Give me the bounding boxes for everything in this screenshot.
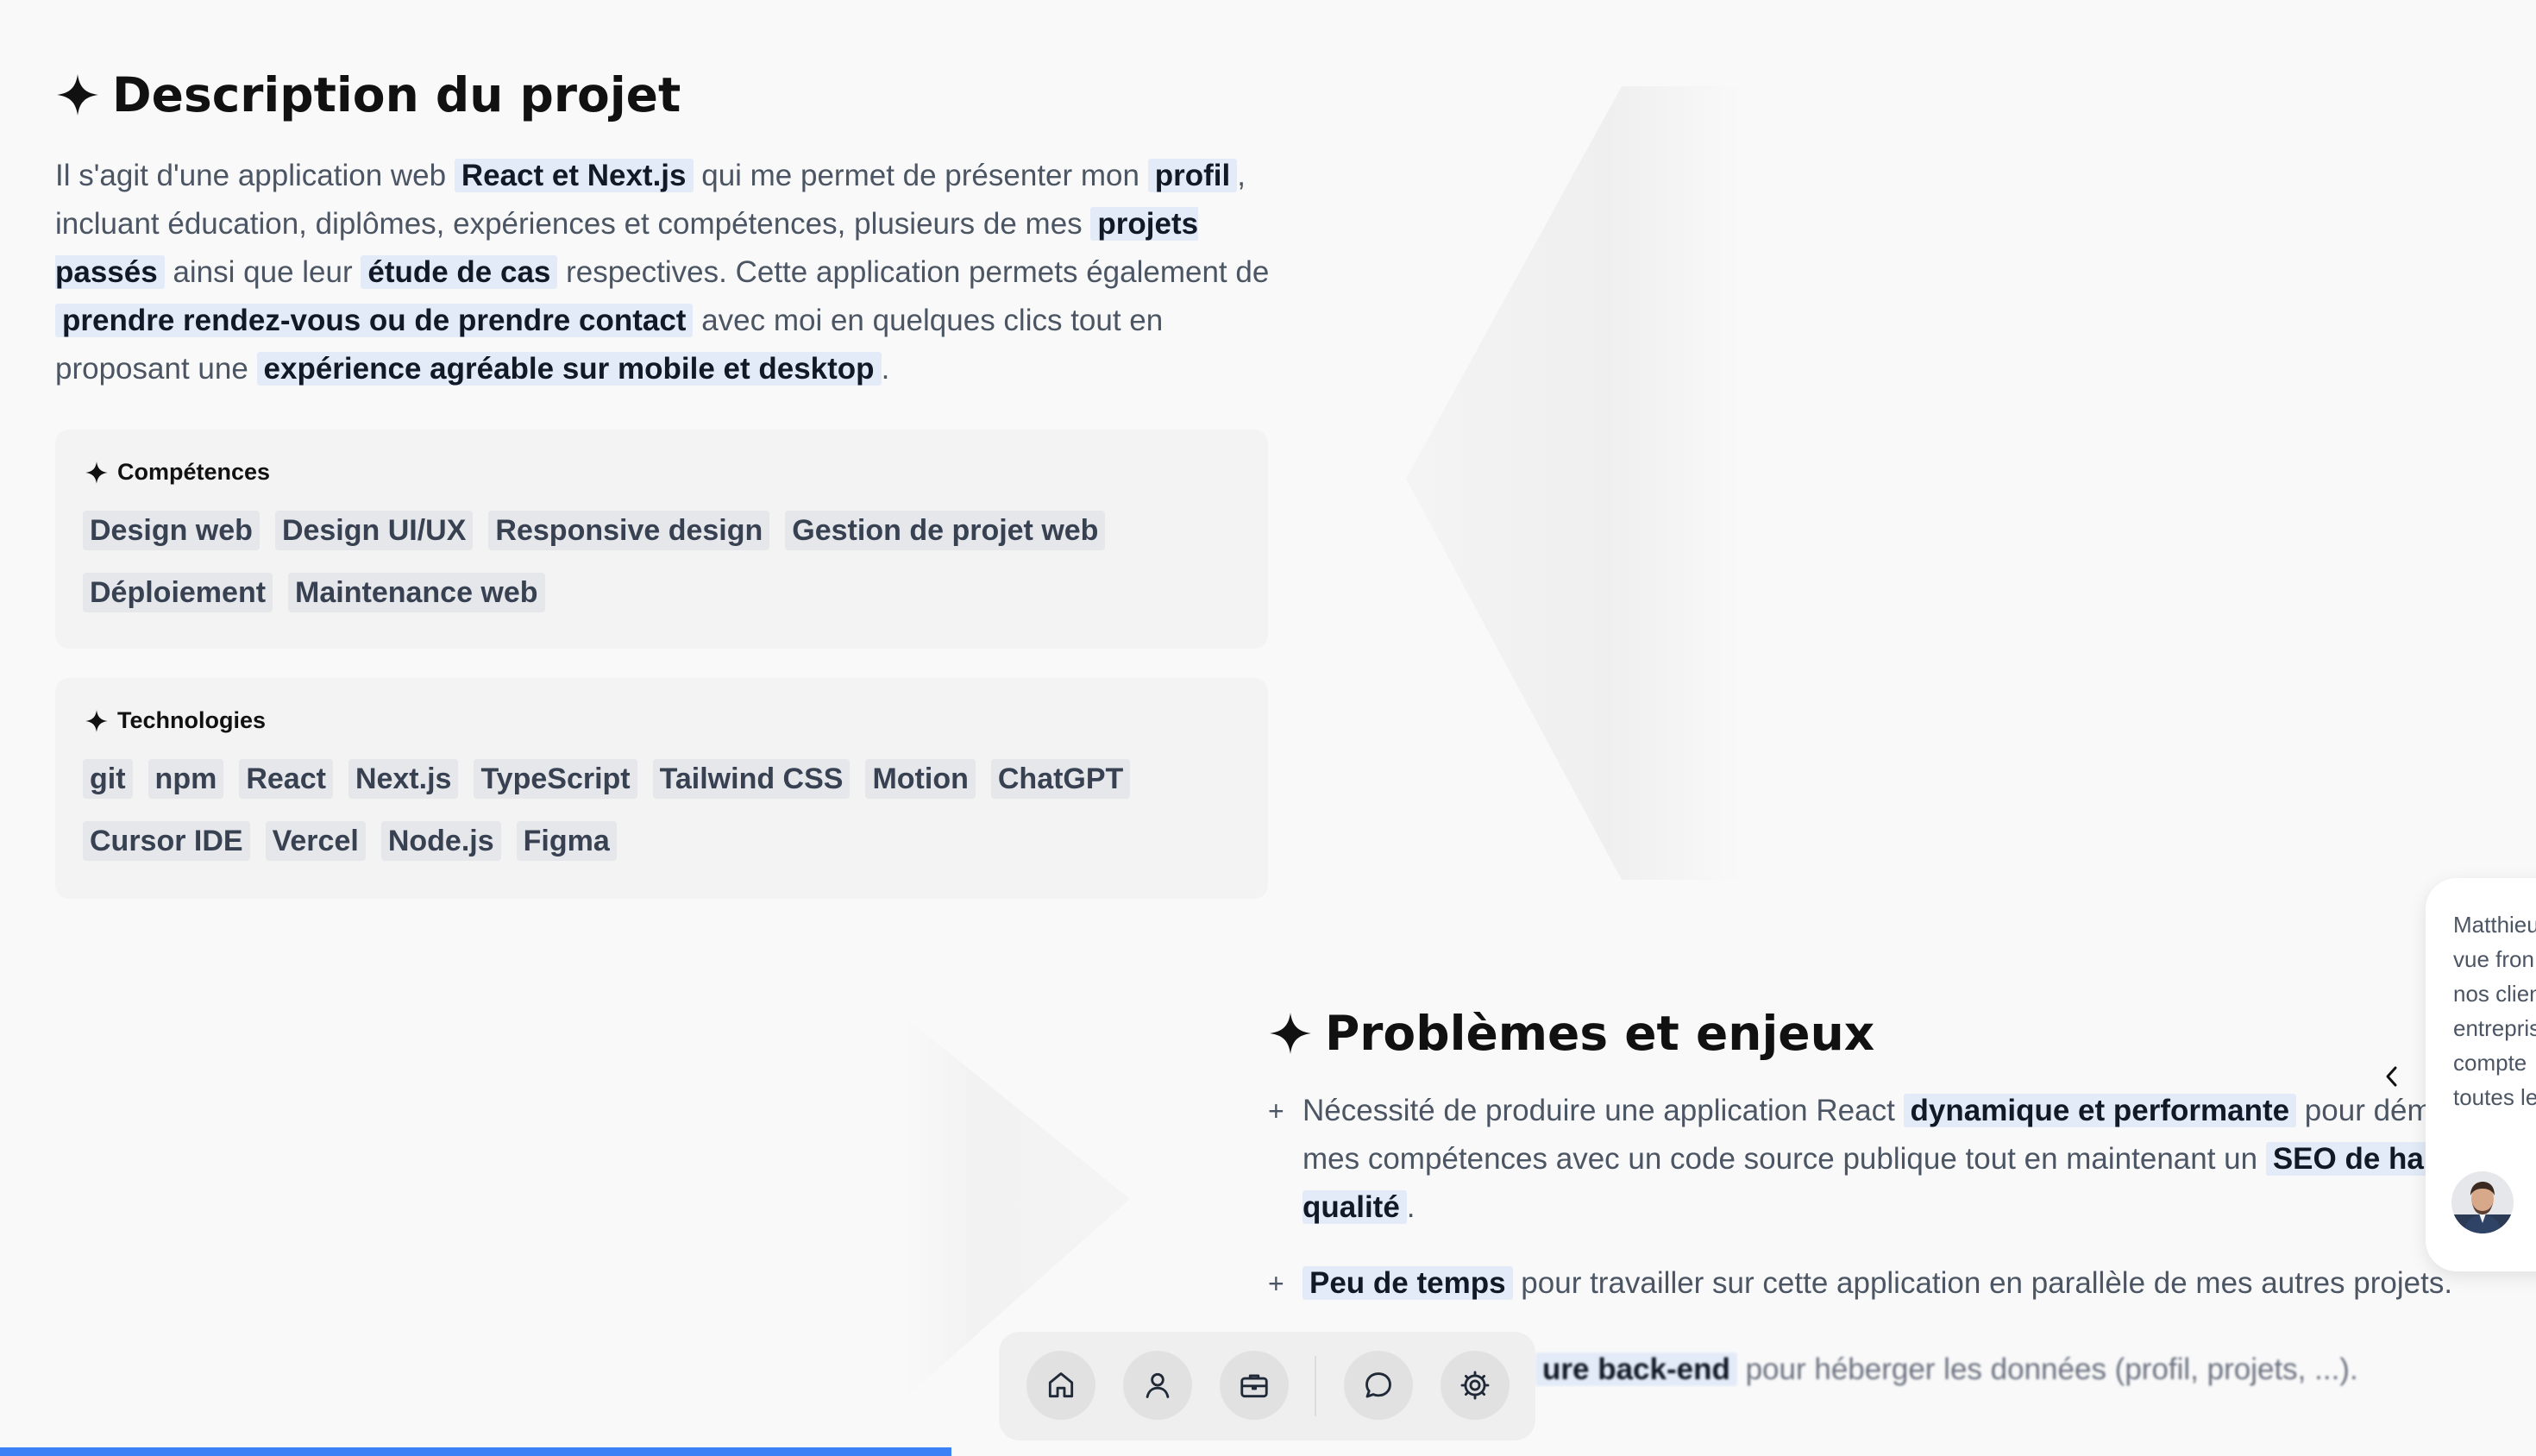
chip-row: Design web Design UI/UX Responsive desig… xyxy=(83,511,1240,550)
sparkle-icon xyxy=(57,74,98,116)
description-heading: Description du projet xyxy=(55,67,681,122)
highlight: expérience agréable sur mobile et deskto… xyxy=(256,352,882,386)
home-icon xyxy=(1048,1372,1074,1398)
testimonial-line: toutes le xyxy=(2453,1084,2536,1110)
chevron-left-icon xyxy=(2386,1066,2397,1087)
technologies-heading: Technologies xyxy=(85,707,266,734)
dock-contact-button[interactable] xyxy=(1344,1351,1413,1420)
testimonial-line: Matthieu xyxy=(2453,912,2536,938)
tech-chip: React xyxy=(239,759,333,799)
tech-chip: npm xyxy=(148,759,224,799)
tech-chip: TypeScript xyxy=(474,759,637,799)
highlight: profil xyxy=(1147,159,1238,192)
problem-text: Peu de temps pour travailler sur cette a… xyxy=(1303,1259,2452,1308)
description-text: respectives. Cette application permets é… xyxy=(557,255,1270,289)
chat-icon xyxy=(1365,1372,1391,1398)
highlight: étude de cas xyxy=(361,255,558,289)
avatar xyxy=(2451,1171,2514,1233)
dock-projects-button[interactable] xyxy=(1220,1351,1289,1420)
chip-row: Cursor IDE Vercel Node.js Figma xyxy=(83,821,1240,861)
project-page: Description du projet Il s'agit d'une ap… xyxy=(0,0,2536,1456)
background-shape xyxy=(1406,86,1742,880)
testimonial-line: vue fron xyxy=(2453,946,2534,972)
problem-text-segment: mes compétences avec un code source publ… xyxy=(1303,1142,2266,1176)
sparkle-icon xyxy=(85,461,108,484)
chip-row: git npm React Next.js TypeScript Tailwin… xyxy=(83,759,1240,799)
competences-panel: Compétences Design web Design UI/UX Resp… xyxy=(55,430,1268,649)
tech-chip: Motion xyxy=(865,759,976,799)
tech-chip: git xyxy=(83,759,133,799)
dock-home-button[interactable] xyxy=(1026,1351,1095,1420)
description-text: ainsi que leur xyxy=(164,255,361,289)
problems-title: Problèmes et enjeux xyxy=(1325,1006,1875,1061)
plus-icon: + xyxy=(1268,1268,1284,1299)
skill-chip: Responsive design xyxy=(488,511,770,550)
scroll-progress-fill xyxy=(0,1447,951,1456)
technologies-panel: Technologies git npm React Next.js TypeS… xyxy=(55,678,1268,899)
description-text: . xyxy=(881,352,890,386)
scroll-progress xyxy=(0,1447,2536,1456)
skill-chip: Déploiement xyxy=(83,573,273,612)
carousel-prev-button[interactable] xyxy=(2379,1059,2405,1094)
highlight: dynamique et performante xyxy=(1903,1094,2297,1127)
user-icon xyxy=(1146,1372,1170,1398)
problem-text-segment: pour travailler sur cette application en… xyxy=(1512,1266,2453,1300)
plus-icon: + xyxy=(1268,1095,1284,1127)
description-title: Description du projet xyxy=(112,67,681,122)
skill-chip: Design UI/UX xyxy=(274,511,474,550)
testimonial-line: entrepris xyxy=(2453,1015,2536,1041)
problem-item: + Peu de temps pour travailler sur cette… xyxy=(1268,1259,2452,1308)
tech-chip: ChatGPT xyxy=(990,759,1131,799)
testimonial-line: nos clien xyxy=(2453,981,2536,1007)
dock-profile-button[interactable] xyxy=(1123,1351,1192,1420)
description-text: qui me permet de présenter mon xyxy=(693,159,1148,192)
tech-chip: Node.js xyxy=(380,821,501,861)
problem-text-segment: . xyxy=(1406,1190,1416,1224)
competences-chips: Design web Design UI/UX Responsive desig… xyxy=(83,511,1240,635)
bottom-dock xyxy=(999,1332,1535,1440)
technologies-chips: git npm React Next.js TypeScript Tailwin… xyxy=(83,759,1240,883)
highlight: ure back-end xyxy=(1535,1352,1737,1386)
chip-row: Déploiement Maintenance web xyxy=(83,573,1240,612)
sparkle-icon xyxy=(1270,1013,1311,1054)
tech-chip: Vercel xyxy=(265,821,366,861)
tech-chip: Cursor IDE xyxy=(83,821,250,861)
problem-text-segment: pour héberger les données (profil, proje… xyxy=(1736,1352,2358,1386)
problem-item: + Nécessité de produire une application … xyxy=(1268,1087,2476,1232)
testimonial-line: compte xyxy=(2453,1050,2527,1076)
description-paragraph: Il s'agit d'une application web React et… xyxy=(55,152,1280,393)
competences-heading: Compétences xyxy=(85,459,270,486)
tech-chip: Figma xyxy=(516,821,617,861)
gear-icon xyxy=(1460,1371,1490,1400)
dock-settings-button[interactable] xyxy=(1441,1351,1510,1420)
highlight: Peu de temps xyxy=(1303,1266,1513,1300)
dock-divider xyxy=(1315,1356,1316,1416)
tech-chip: Next.js xyxy=(348,759,459,799)
tech-chip: Tailwind CSS xyxy=(652,759,851,799)
highlight: React et Next.js xyxy=(454,159,694,192)
problem-item-partial: ure back-end pour héberger les données (… xyxy=(1535,1346,2358,1394)
highlight: qualité xyxy=(1303,1190,1407,1224)
skill-chip: Design web xyxy=(83,511,260,550)
competences-title: Compétences xyxy=(117,459,271,485)
briefcase-icon xyxy=(1240,1374,1268,1398)
highlight: prendre rendez-vous ou de prendre contac… xyxy=(55,304,694,337)
description-text: Il s'agit d'une application web xyxy=(55,159,455,192)
problem-text: Nécessité de produire une application Re… xyxy=(1303,1087,2476,1232)
testimonial-card: Matthieu vue fron nos clien entrepris co… xyxy=(2426,878,2536,1271)
sparkle-icon xyxy=(85,709,108,732)
technologies-title: Technologies xyxy=(117,707,267,733)
skill-chip: Maintenance web xyxy=(288,573,545,612)
testimonial-text: Matthieu vue fron nos clien entrepris co… xyxy=(2453,907,2536,1114)
skill-chip: Gestion de projet web xyxy=(785,511,1106,550)
problems-heading: Problèmes et enjeux xyxy=(1268,1006,1874,1061)
problem-text-segment: Nécessité de produire une application Re… xyxy=(1303,1094,1904,1127)
